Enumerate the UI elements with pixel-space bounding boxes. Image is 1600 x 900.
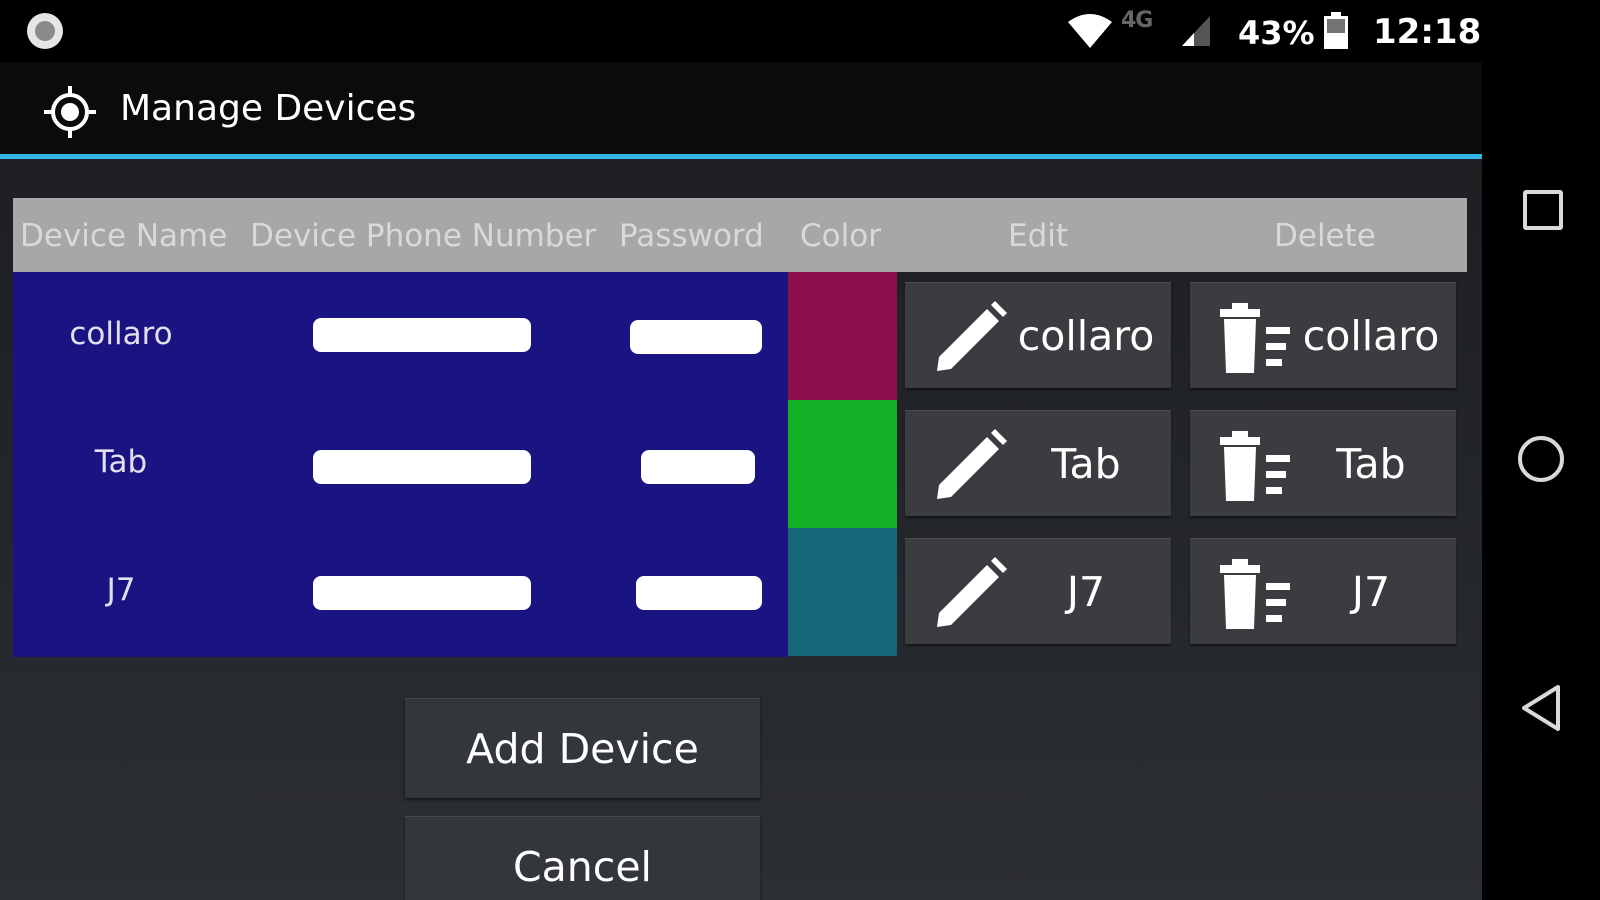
device-name-cell: collaro bbox=[69, 316, 173, 352]
header-color: Color bbox=[800, 218, 881, 254]
delete-device-button[interactable]: J7 bbox=[1190, 538, 1456, 644]
status-bar: 4G 43% 12:18 bbox=[0, 0, 1482, 62]
trash-icon bbox=[1220, 431, 1290, 501]
trash-icon bbox=[1220, 559, 1290, 629]
device-color-swatch bbox=[788, 272, 897, 400]
signal-icon bbox=[1182, 16, 1210, 46]
redacted-password bbox=[641, 450, 755, 484]
table-row: J7 J7 J7 bbox=[13, 528, 1467, 656]
network-type-label: 4G bbox=[1121, 8, 1153, 33]
pencil-icon bbox=[937, 429, 1007, 499]
clock: 12:18 bbox=[1373, 12, 1482, 52]
delete-button-label: J7 bbox=[1351, 568, 1391, 616]
delete-button-label: collaro bbox=[1302, 312, 1440, 360]
add-device-button[interactable]: Add Device bbox=[405, 698, 760, 798]
edit-device-button[interactable]: Tab bbox=[905, 410, 1171, 516]
edit-device-button[interactable]: J7 bbox=[905, 538, 1171, 644]
header-password: Password bbox=[619, 218, 764, 254]
wifi-icon bbox=[1068, 14, 1112, 48]
notification-icon bbox=[27, 13, 63, 49]
trash-icon bbox=[1220, 303, 1290, 373]
edit-device-button[interactable]: collaro bbox=[905, 282, 1171, 388]
device-name-cell: J7 bbox=[106, 572, 136, 608]
cancel-button[interactable]: Cancel bbox=[405, 816, 760, 900]
delete-device-button[interactable]: collaro bbox=[1190, 282, 1456, 388]
battery-percent: 43% bbox=[1238, 14, 1315, 52]
title-divider bbox=[0, 154, 1482, 159]
redacted-phone-number bbox=[313, 318, 531, 352]
redacted-password bbox=[636, 576, 762, 610]
redacted-phone-number bbox=[313, 576, 531, 610]
battery-icon bbox=[1324, 12, 1348, 49]
table-header: Device Name Device Phone Number Password… bbox=[13, 198, 1467, 272]
navigation-bar bbox=[1482, 0, 1600, 900]
device-color-swatch bbox=[788, 528, 897, 656]
recents-icon[interactable] bbox=[1523, 190, 1563, 230]
redacted-password bbox=[630, 320, 762, 354]
crosshair-icon bbox=[44, 86, 96, 138]
back-icon[interactable] bbox=[1518, 683, 1564, 733]
pencil-icon bbox=[937, 301, 1007, 371]
delete-device-button[interactable]: Tab bbox=[1190, 410, 1456, 516]
action-bar: Manage Devices bbox=[0, 62, 1482, 154]
pencil-icon bbox=[937, 557, 1007, 627]
edit-button-label: J7 bbox=[1066, 568, 1106, 616]
device-name-cell: Tab bbox=[94, 444, 148, 480]
edit-button-label: Tab bbox=[1051, 440, 1121, 488]
device-color-swatch bbox=[788, 400, 897, 528]
page-title: Manage Devices bbox=[120, 88, 417, 129]
redacted-phone-number bbox=[313, 450, 531, 484]
home-icon[interactable] bbox=[1518, 436, 1564, 482]
header-delete: Delete bbox=[1274, 218, 1376, 254]
app-window: Manage Devices Device Name Device Phone … bbox=[0, 62, 1482, 900]
table-row: Tab Tab Tab bbox=[13, 400, 1467, 528]
header-device-phone-number: Device Phone Number bbox=[250, 218, 597, 254]
header-edit: Edit bbox=[1008, 218, 1069, 254]
edit-button-label: collaro bbox=[1017, 312, 1155, 360]
table-row: collaro collaro collaro bbox=[13, 272, 1467, 400]
delete-button-label: Tab bbox=[1336, 440, 1406, 488]
header-device-name: Device Name bbox=[20, 218, 228, 254]
